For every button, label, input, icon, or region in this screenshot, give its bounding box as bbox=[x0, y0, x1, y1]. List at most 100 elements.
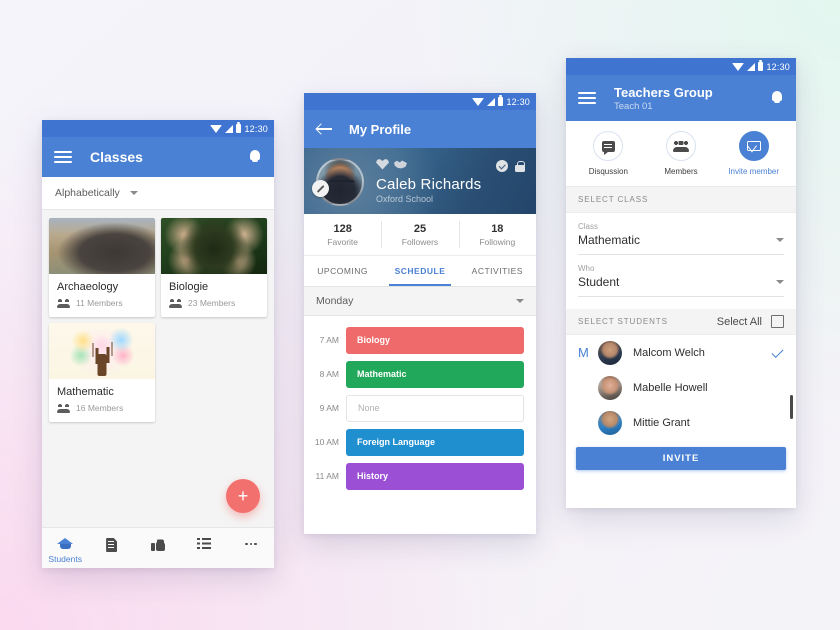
stat-favorite[interactable]: 128 Favorite bbox=[304, 214, 381, 255]
list-item[interactable]: M Malcom Welch bbox=[566, 335, 796, 370]
stat-value: 25 bbox=[413, 222, 427, 235]
class-field[interactable]: Class Mathematic bbox=[566, 213, 796, 255]
status-bar: 12:30 bbox=[304, 93, 536, 110]
add-class-fab[interactable]: + bbox=[226, 479, 260, 513]
action-label: Invite member bbox=[728, 167, 780, 176]
profile-stats: 128 Favorite 25 Followers 18 Following bbox=[304, 214, 536, 255]
phone-teachers-group: 12:30 Teachers Group Teach 01 Disqussion… bbox=[566, 58, 796, 508]
who-field[interactable]: Who Student bbox=[566, 255, 796, 297]
app-bar-teachers-group: Teachers Group Teach 01 bbox=[566, 75, 796, 121]
students-list: M Malcom Welch Mabelle Howell Mittie Gra… bbox=[566, 335, 796, 440]
scrollbar-thumb[interactable] bbox=[790, 395, 793, 419]
check-icon bbox=[772, 349, 784, 357]
status-time: 12:30 bbox=[244, 123, 268, 134]
hamburger-icon[interactable] bbox=[578, 92, 596, 104]
page-title: Teachers Group bbox=[614, 84, 713, 100]
profile-school: Oxford School bbox=[376, 194, 434, 204]
class-card[interactable]: Biologie 23 Members bbox=[161, 218, 267, 317]
people-icon bbox=[169, 298, 182, 308]
bottom-nav-list[interactable] bbox=[181, 538, 227, 549]
class-title: Mathematic bbox=[57, 386, 114, 398]
schedule-subject: None bbox=[346, 394, 524, 422]
schedule-row[interactable]: 10 AM Foreign Language bbox=[304, 425, 536, 459]
tab-activities[interactable]: ACTIVITIES bbox=[459, 256, 536, 286]
stat-followers[interactable]: 25 Followers bbox=[381, 214, 458, 255]
schedule-row[interactable]: 8 AM Mathematic bbox=[304, 357, 536, 391]
stat-following[interactable]: 18 Following bbox=[458, 214, 536, 255]
bell-icon[interactable] bbox=[248, 149, 262, 165]
select-students-header-label: SELECT STUDENTS bbox=[578, 317, 668, 326]
signal-icon bbox=[747, 62, 756, 71]
action-discussion[interactable]: Disqussion bbox=[572, 131, 645, 176]
schedule-row[interactable]: 7 AM Biology bbox=[304, 323, 536, 357]
signal-icon bbox=[225, 124, 234, 133]
sort-bar[interactable]: Alphabetically bbox=[42, 177, 274, 210]
people-icon-circle bbox=[666, 131, 696, 161]
bottom-nav-documents[interactable] bbox=[88, 538, 134, 552]
class-members: 16 Members bbox=[49, 403, 155, 422]
class-members: 11 Members bbox=[49, 298, 155, 317]
bell-icon[interactable] bbox=[770, 90, 784, 106]
invite-button[interactable]: INVITE bbox=[576, 447, 786, 470]
schedule-row[interactable]: 11 AM History bbox=[304, 459, 536, 493]
mail-icon bbox=[746, 141, 761, 151]
tab-upcoming[interactable]: UPCOMING bbox=[304, 256, 381, 286]
class-title: Biologie bbox=[169, 281, 209, 293]
action-invite-member[interactable]: Invite member bbox=[717, 131, 790, 176]
app-bar-classes: Classes bbox=[42, 137, 274, 177]
thumbs-up-icon bbox=[151, 538, 166, 551]
class-members-label: 11 Members bbox=[76, 298, 123, 308]
chat-icon-circle bbox=[593, 131, 624, 161]
action-members[interactable]: Members bbox=[645, 131, 718, 176]
day-label: Monday bbox=[316, 295, 354, 307]
stat-label: Following bbox=[479, 236, 516, 247]
stat-value: 18 bbox=[491, 222, 504, 235]
select-class-header: SELECT CLASS bbox=[566, 187, 796, 213]
classes-grid: Archaeology 11 Members Biologie 23 Membe… bbox=[49, 218, 267, 422]
class-card[interactable]: Mathematic 16 Members bbox=[49, 323, 155, 422]
page-subtitle: Teach 01 bbox=[614, 100, 653, 112]
schedule-time: 11 AM bbox=[315, 471, 339, 481]
pencil-icon[interactable] bbox=[312, 180, 329, 197]
stat-label: Followers bbox=[401, 236, 439, 247]
student-avatar bbox=[598, 375, 622, 400]
people-icon bbox=[57, 298, 70, 308]
mathematic-tree-photo bbox=[49, 323, 155, 379]
schedule-time: 8 AM bbox=[319, 369, 339, 379]
who-field-value: Student bbox=[578, 275, 620, 289]
checkbox-unchecked-icon[interactable] bbox=[771, 315, 784, 328]
hamburger-icon[interactable] bbox=[54, 151, 72, 163]
list-item[interactable]: Mabelle Howell bbox=[566, 370, 796, 405]
chevron-down-icon bbox=[516, 299, 524, 303]
status-time: 12:30 bbox=[766, 61, 790, 72]
class-title: Archaeology bbox=[57, 281, 119, 293]
schedule-subject: Foreign Language bbox=[346, 428, 524, 456]
archaeology-photo bbox=[49, 218, 155, 274]
class-members-label: 23 Members bbox=[188, 298, 236, 308]
mail-icon-circle bbox=[738, 131, 769, 161]
schedule-subject: Biology bbox=[346, 326, 524, 354]
list-item[interactable]: Mittie Grant bbox=[566, 405, 796, 440]
student-name: Malcom Welch bbox=[633, 346, 705, 359]
who-field-row: Student bbox=[578, 273, 784, 297]
tab-schedule[interactable]: SCHEDULE bbox=[381, 256, 458, 286]
day-selector[interactable]: Monday bbox=[304, 287, 536, 316]
bottom-nav-more[interactable] bbox=[228, 538, 274, 550]
heart-badge-icon bbox=[376, 159, 389, 170]
back-arrow-icon[interactable] bbox=[317, 123, 332, 135]
schedule-row[interactable]: 9 AM None bbox=[304, 391, 536, 425]
verified-check-icon bbox=[496, 160, 508, 172]
wifi-icon bbox=[472, 97, 485, 106]
bottom-nav-students[interactable]: Students bbox=[42, 538, 88, 564]
class-members-label: 16 Members bbox=[76, 403, 124, 413]
schedule-time: 10 AM bbox=[314, 437, 339, 447]
class-field-label: Class bbox=[578, 222, 599, 231]
class-field-value: Mathematic bbox=[578, 233, 641, 247]
avatar-wrapper[interactable] bbox=[312, 158, 364, 206]
bottom-navigation: Students bbox=[42, 527, 274, 568]
student-avatar bbox=[598, 410, 622, 435]
bottom-nav-likes[interactable] bbox=[135, 538, 181, 551]
class-field-row: Mathematic bbox=[578, 231, 784, 255]
handshake-badge-icon bbox=[394, 160, 407, 169]
class-card[interactable]: Archaeology 11 Members bbox=[49, 218, 155, 317]
